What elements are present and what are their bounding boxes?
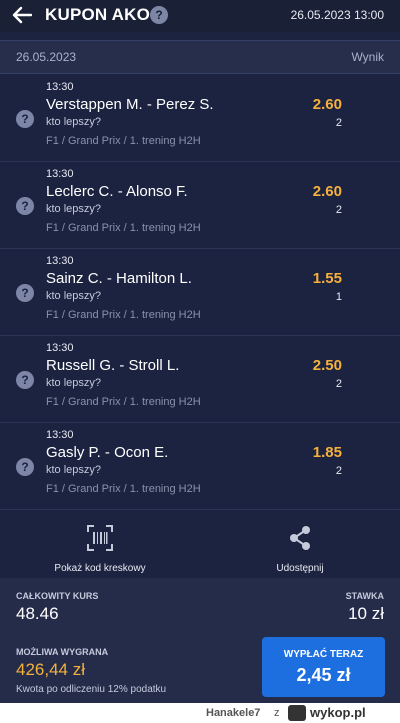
show-barcode-label: Pokaż kod kreskowy (54, 563, 146, 574)
bet-pick: 1 (335, 291, 342, 303)
bet-market: kto lepszy? (46, 203, 102, 215)
from-label: z (274, 707, 280, 719)
coupon-datetime: 26.05.2023 13:00 (290, 8, 384, 22)
cashout-value: 2,45 zł (296, 665, 351, 685)
tax-note: Kwota po odliczeniu 12% podatku (16, 684, 167, 695)
date-label: 26.05.2023 (16, 50, 77, 64)
result-column-label: Wynik (351, 50, 384, 64)
bet-market: kto lepszy? (46, 377, 102, 389)
share-icon (286, 524, 314, 552)
bet-match: Russell G. - Stroll L. (46, 357, 180, 374)
page-title: KUPON AKO (45, 5, 151, 24)
bet-path: F1 / Grand Prix / 1. trening H2H (46, 483, 201, 495)
bet-pick: 2 (335, 378, 342, 390)
bet-match: Verstappen M. - Perez S. (46, 96, 214, 113)
bet-match: Leclerc C. - Alonso F. (46, 183, 188, 200)
help-icon[interactable]: ? (150, 6, 168, 24)
cashout-label: WYPŁAĆ TERAZ (283, 649, 364, 660)
bet-match: Sainz C. - Hamilton L. (46, 270, 192, 287)
bet-pick: 2 (335, 204, 342, 216)
bet-path: F1 / Grand Prix / 1. trening H2H (46, 396, 201, 408)
bet-pick: 2 (335, 117, 342, 129)
total-odds-label: CAŁKOWITY KURS (16, 591, 99, 601)
bet-path: F1 / Grand Prix / 1. trening H2H (46, 309, 201, 321)
share-label: Udostępnij (276, 563, 324, 574)
bet-row[interactable]: ? 13:30 Sainz C. - Hamilton L. kto lepsz… (0, 248, 400, 336)
bet-path: F1 / Grand Prix / 1. trening H2H (46, 222, 201, 234)
question-icon[interactable]: ? (16, 458, 34, 476)
stake-value: 10 zł (348, 604, 384, 623)
question-icon[interactable]: ? (16, 371, 34, 389)
show-barcode-button[interactable]: Pokaż kod kreskowy (0, 508, 200, 578)
bet-pick: 2 (335, 465, 342, 477)
bet-odds: 2.60 (312, 96, 342, 113)
total-odds-value: 48.46 (16, 604, 59, 623)
bet-match: Gasly P. - Ocon E. (46, 444, 169, 461)
back-arrow-icon[interactable] (10, 4, 34, 26)
question-icon[interactable]: ? (16, 110, 34, 128)
bet-path: F1 / Grand Prix / 1. trening H2H (46, 135, 201, 147)
coupon-actions: Pokaż kod kreskowy Udostępnij (0, 508, 400, 578)
bet-odds: 2.50 (312, 357, 342, 374)
possible-win-value: 426,44 zł (16, 660, 85, 679)
possible-win-label: MOŻLIWA WYGRANA (16, 647, 109, 657)
bet-time: 13:30 (46, 342, 74, 354)
question-icon[interactable]: ? (16, 197, 34, 215)
bet-time: 13:30 (46, 81, 74, 93)
bet-market: kto lepszy? (46, 464, 102, 476)
bet-row[interactable]: ? 13:30 Verstappen M. - Perez S. kto lep… (0, 74, 400, 162)
barcode-icon (86, 524, 114, 552)
bet-odds: 1.85 (312, 444, 342, 461)
bet-row[interactable]: ? 13:30 Russell G. - Stroll L. kto lepsz… (0, 335, 400, 423)
bet-row[interactable]: ? 13:30 Leclerc C. - Alonso F. kto lepsz… (0, 161, 400, 249)
site-logo: wykop.pl (310, 705, 366, 720)
bet-market: kto lepszy? (46, 116, 102, 128)
bet-odds: 2.60 (312, 183, 342, 200)
bet-time: 13:30 (46, 168, 74, 180)
bet-time: 13:30 (46, 255, 74, 267)
wykop-logo-icon (288, 705, 306, 721)
cashout-button[interactable]: WYPŁAĆ TERAZ 2,45 zł (262, 637, 385, 697)
coupon-summary: CAŁKOWITY KURS 48.46 STAWKA 10 zł MOŻLIW… (0, 578, 400, 703)
top-bar: KUPON AKO ? 26.05.2023 13:00 (0, 0, 400, 32)
footer-watermark: Hanakele7 z wykop.pl (0, 703, 400, 723)
bet-odds: 1.55 (312, 270, 342, 287)
stake-label: STAWKA (345, 591, 384, 601)
question-icon[interactable]: ? (16, 284, 34, 302)
username: Hanakele7 (206, 707, 261, 719)
bet-market: kto lepszy? (46, 290, 102, 302)
date-bar: 26.05.2023 Wynik (0, 40, 400, 74)
share-button[interactable]: Udostępnij (200, 508, 400, 578)
bet-row[interactable]: ? 13:30 Gasly P. - Ocon E. kto lepszy? F… (0, 422, 400, 510)
bet-time: 13:30 (46, 429, 74, 441)
